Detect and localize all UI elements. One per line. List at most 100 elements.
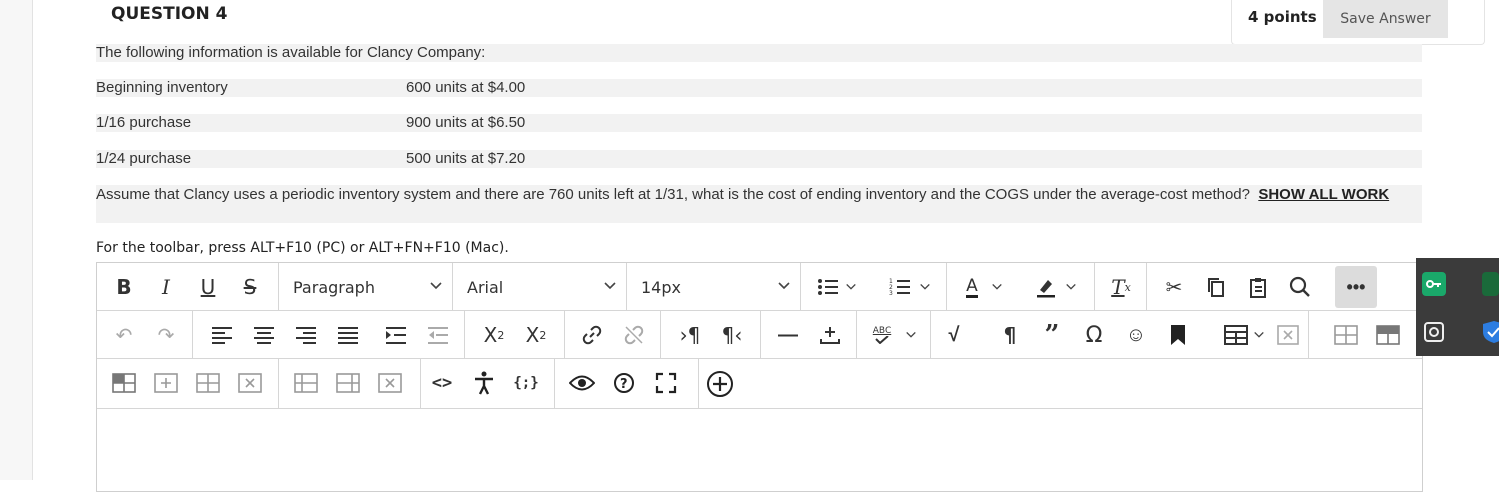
- code-icon[interactable]: <>: [425, 366, 459, 400]
- chevron-down-icon[interactable]: [841, 270, 861, 304]
- plus-minus-icon[interactable]: [813, 318, 847, 352]
- inventory-row-value: 500 units at $7.20: [406, 150, 526, 167]
- redo-icon[interactable]: ↷: [149, 318, 183, 352]
- chevron-down-icon[interactable]: [901, 318, 921, 352]
- align-group: [193, 311, 465, 358]
- chevron-down-icon[interactable]: [915, 270, 935, 304]
- save-answer-button[interactable]: Save Answer: [1323, 0, 1448, 38]
- add-content-icon[interactable]: [703, 367, 737, 401]
- browser-extension-panel: [1416, 258, 1499, 356]
- svg-text:3: 3: [889, 290, 893, 297]
- link-group: [565, 311, 661, 358]
- pilcrow-icon[interactable]: ¶: [993, 318, 1027, 352]
- table-split-icon[interactable]: [331, 366, 365, 400]
- shield-icon[interactable]: [1482, 320, 1499, 344]
- indent-icon[interactable]: [379, 318, 413, 352]
- align-left-icon[interactable]: [205, 318, 239, 352]
- merge-group: [279, 359, 421, 408]
- chevron-down-icon: [429, 278, 443, 297]
- table-row-icon[interactable]: [1329, 318, 1363, 352]
- link-icon[interactable]: [575, 318, 609, 352]
- clear-format-icon[interactable]: Tx: [1104, 270, 1138, 304]
- help-icon[interactable]: ?: [607, 366, 641, 400]
- more-icon[interactable]: •••: [1335, 266, 1377, 308]
- font-select[interactable]: Arial: [453, 263, 627, 310]
- format-dropdown[interactable]: Paragraph: [293, 271, 453, 303]
- highlight-icon[interactable]: [1029, 270, 1063, 304]
- size-dropdown[interactable]: 14px: [641, 271, 801, 303]
- points-panel: 4 points Save Answer: [1231, 0, 1485, 45]
- table-col-icon[interactable]: [1371, 318, 1405, 352]
- text-style-group: B I U S: [97, 263, 279, 310]
- table-icon[interactable]: [1219, 318, 1253, 352]
- bullet-list-icon[interactable]: [811, 270, 845, 304]
- font-dropdown[interactable]: Arial: [467, 271, 627, 303]
- size-select[interactable]: 14px: [627, 263, 801, 310]
- inventory-row: Beginning inventory 600 units at $4.00: [96, 79, 1422, 97]
- accessibility-icon[interactable]: [467, 366, 501, 400]
- text-color-icon[interactable]: A: [955, 270, 989, 304]
- omega-icon[interactable]: Ω: [1077, 318, 1111, 352]
- key-icon[interactable]: [1422, 272, 1446, 296]
- copy-icon[interactable]: [1199, 270, 1233, 304]
- quote-icon[interactable]: ”: [1035, 318, 1069, 352]
- table-cell-icon[interactable]: [107, 366, 141, 400]
- align-right-icon[interactable]: [289, 318, 323, 352]
- chevron-down-icon[interactable]: [1249, 318, 1269, 352]
- cut-icon[interactable]: ✂: [1157, 270, 1191, 304]
- spellcheck-label: ABC: [872, 326, 892, 336]
- underline-icon[interactable]: U: [191, 270, 225, 304]
- page-left-gutter: [0, 0, 33, 480]
- chevron-down-icon[interactable]: [987, 270, 1007, 304]
- preview-icon[interactable]: [565, 366, 599, 400]
- emoji-icon[interactable]: ☺: [1119, 318, 1153, 352]
- search-icon[interactable]: [1283, 270, 1317, 304]
- outdent-icon[interactable]: [421, 318, 455, 352]
- view-group: ?: [555, 359, 699, 408]
- problem-intro: The following information is available f…: [96, 44, 1422, 62]
- spellcheck-group: ABC: [857, 311, 931, 358]
- editor-content-area[interactable]: [97, 409, 1422, 493]
- inventory-row: 1/16 purchase 900 units at $6.50: [96, 114, 1422, 132]
- list-group: 123: [801, 263, 947, 310]
- unlink-icon[interactable]: [617, 318, 651, 352]
- points-label: 4 points: [1248, 8, 1317, 26]
- paste-icon[interactable]: [1241, 270, 1275, 304]
- italic-icon[interactable]: I: [149, 270, 183, 304]
- undo-icon[interactable]: ↶: [107, 318, 141, 352]
- question-title: QUESTION 4: [111, 4, 228, 24]
- subscript-icon[interactable]: X2: [519, 318, 553, 352]
- table-insert-icon[interactable]: [149, 366, 183, 400]
- math-icon[interactable]: √: [937, 318, 971, 352]
- chevron-down-icon[interactable]: [1061, 270, 1081, 304]
- inventory-row: 1/24 purchase 500 units at $7.20: [96, 150, 1422, 168]
- show-all-work-emphasis: SHOW ALL WORK: [1258, 186, 1390, 203]
- code-braces-icon[interactable]: {;}: [509, 366, 543, 400]
- numbered-list-icon[interactable]: 123: [883, 270, 917, 304]
- table-remove-icon[interactable]: [373, 366, 407, 400]
- clear-group: Tx: [1095, 263, 1147, 310]
- bold-icon[interactable]: B: [107, 270, 141, 304]
- table-plus-icon[interactable]: [191, 366, 225, 400]
- horizontal-rule-icon[interactable]: —: [771, 318, 805, 352]
- justify-icon[interactable]: [331, 318, 365, 352]
- table-x-icon[interactable]: [233, 366, 267, 400]
- extension-grid-icon[interactable]: [1422, 320, 1446, 344]
- fullscreen-icon[interactable]: [649, 366, 683, 400]
- spellcheck-icon[interactable]: ABC: [865, 318, 899, 352]
- extension-icon[interactable]: [1482, 272, 1499, 296]
- chevron-down-icon: [603, 278, 617, 297]
- problem-question-text: Assume that Clancy uses a periodic inven…: [96, 186, 1250, 203]
- ltr-icon[interactable]: ›¶: [673, 318, 707, 352]
- superscript-icon[interactable]: X2: [477, 318, 511, 352]
- rich-text-editor: B I U S Paragraph Arial 14px 1 2 3 A T x…: [96, 262, 1423, 492]
- special-group: √ ¶ ” Ω ☺: [931, 311, 1207, 358]
- rtl-icon[interactable]: ¶‹: [715, 318, 749, 352]
- table-delete-icon[interactable]: [1271, 318, 1305, 352]
- strikethrough-icon[interactable]: S: [233, 270, 267, 304]
- bookmark-icon[interactable]: [1161, 318, 1195, 352]
- table-merge-icon[interactable]: [289, 366, 323, 400]
- format-select[interactable]: Paragraph: [279, 263, 453, 310]
- svg-text:?: ?: [620, 377, 628, 392]
- align-center-icon[interactable]: [247, 318, 281, 352]
